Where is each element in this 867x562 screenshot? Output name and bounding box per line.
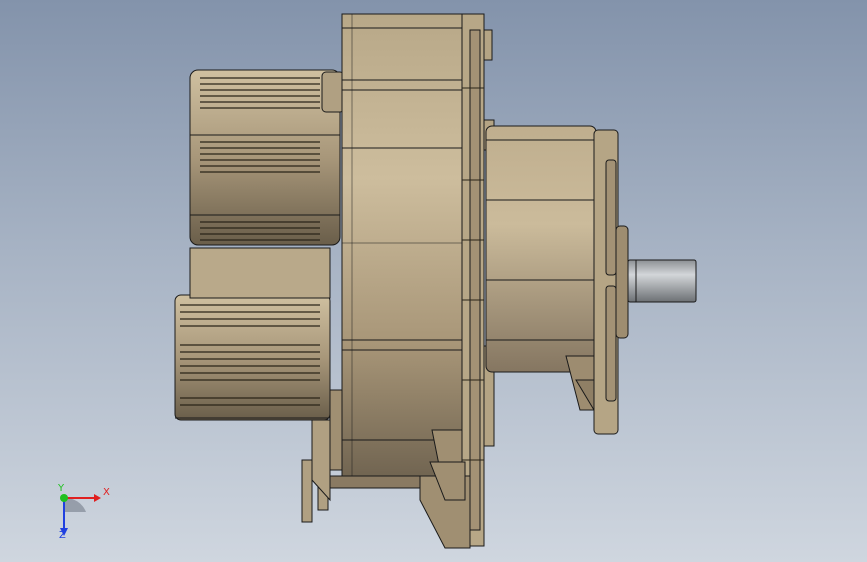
- x-axis-head: [94, 494, 101, 502]
- fin-block-upper: [189, 69, 341, 246]
- y-axis-dot: [60, 494, 68, 502]
- z-axis-label: Z: [59, 530, 66, 541]
- gearbox-end-cap: [593, 129, 629, 435]
- cad-viewport[interactable]: X Y Z: [0, 0, 867, 562]
- y-axis-label: Y: [58, 483, 65, 494]
- fin-block-lower: [174, 247, 331, 421]
- motor-housing: [329, 13, 465, 489]
- gearbox: [485, 125, 601, 421]
- x-axis-label: X: [103, 487, 110, 498]
- orientation-triad: [60, 494, 101, 536]
- output-shaft: [627, 259, 697, 303]
- gear-motor-model[interactable]: [0, 0, 867, 562]
